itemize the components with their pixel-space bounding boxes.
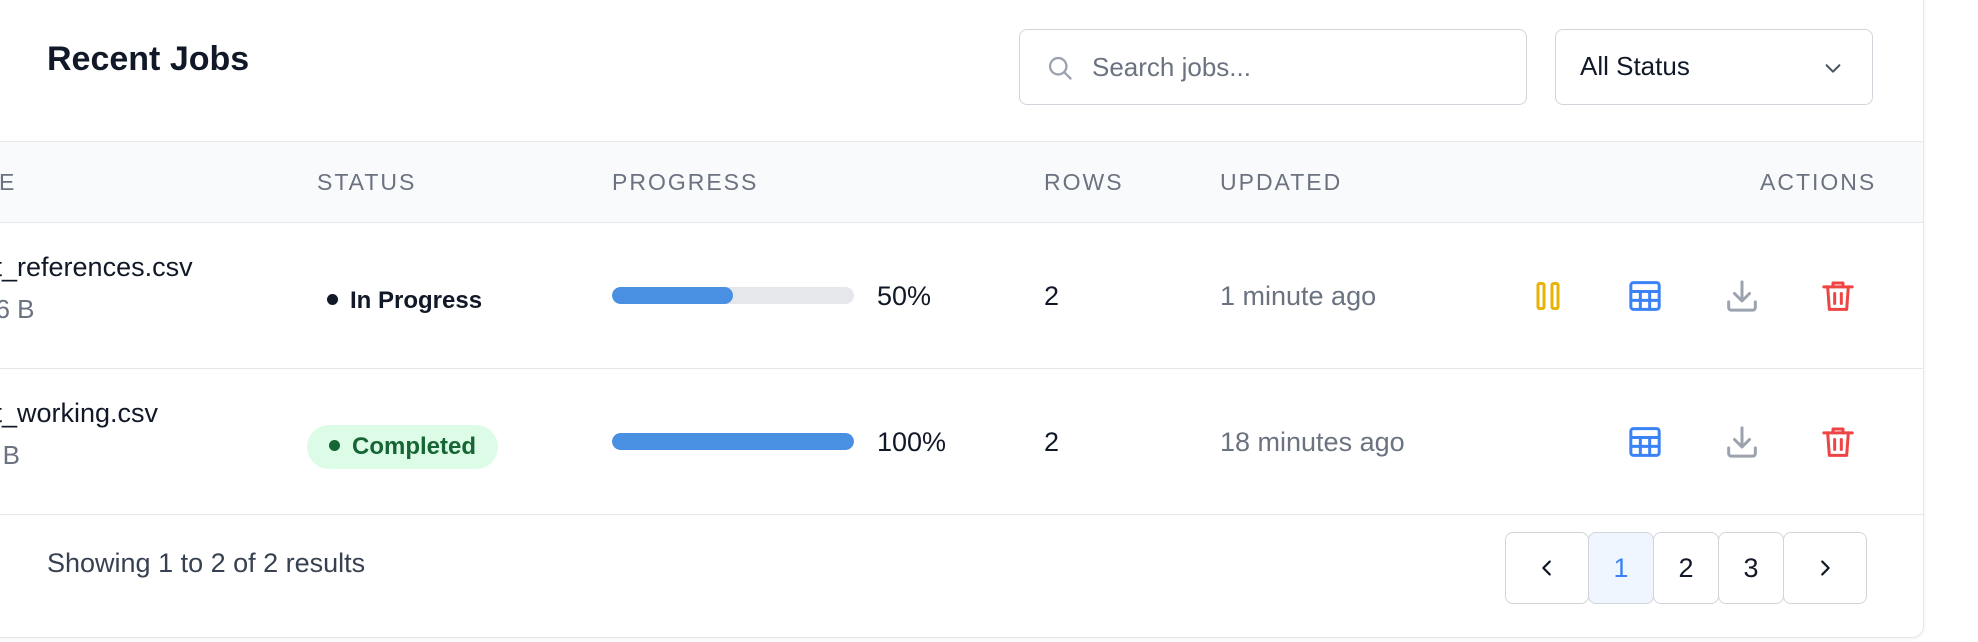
- table-row: st_working.csv 9 B Completed 100% 2 18 m…: [0, 369, 1923, 515]
- status-label: In Progress: [350, 287, 483, 314]
- column-header-updated: UPDATED: [1220, 169, 1343, 195]
- status-dot: [329, 440, 340, 452]
- status-filter-select[interactable]: All Status: [1555, 29, 1873, 105]
- download-icon: [1727, 280, 1757, 312]
- trash-icon: [1822, 427, 1854, 457]
- row-count: 2: [1044, 427, 1060, 457]
- file-size: 26 B: [0, 294, 35, 324]
- page-button-1[interactable]: 1: [1588, 532, 1654, 604]
- pause-button[interactable]: [1528, 276, 1568, 316]
- status-dot: [327, 294, 338, 306]
- table-icon: [1629, 427, 1661, 457]
- recent-jobs-card: Recent Jobs All Status E STATUS PROGRESS…: [0, 0, 1924, 638]
- results-summary: Showing 1 to 2 of 2 results: [47, 548, 366, 578]
- search-icon: [1048, 56, 1072, 80]
- delete-button[interactable]: [1818, 422, 1858, 462]
- view-table-button[interactable]: [1625, 276, 1665, 316]
- progress-bar: [612, 287, 854, 304]
- status-filter-value: All Status: [1580, 51, 1690, 81]
- table-footer: Showing 1 to 2 of 2 results 1 2 3: [0, 506, 1923, 637]
- next-page-button[interactable]: [1783, 532, 1867, 604]
- file-size: 9 B: [0, 440, 21, 470]
- chevron-left-icon: [1542, 560, 1551, 576]
- delete-button[interactable]: [1818, 276, 1858, 316]
- progress-bar-fill: [612, 287, 733, 304]
- file-name[interactable]: st_references.csv: [0, 252, 193, 283]
- card-header: Recent Jobs All Status: [0, 0, 1923, 141]
- status-label: Completed: [352, 433, 477, 460]
- progress-percent: 50%: [877, 281, 932, 311]
- column-header-progress: PROGRESS: [612, 169, 759, 195]
- progress-bar: [612, 433, 854, 450]
- status-badge: Completed: [307, 425, 499, 469]
- page-button-3[interactable]: 3: [1718, 532, 1784, 604]
- view-table-button[interactable]: [1625, 422, 1665, 462]
- page-title: Recent Jobs: [47, 40, 250, 78]
- column-header-status: STATUS: [317, 169, 417, 195]
- prev-page-button[interactable]: [1505, 532, 1589, 604]
- trash-icon: [1822, 281, 1854, 311]
- row-count: 2: [1044, 281, 1060, 311]
- table-header: E STATUS PROGRESS ROWS UPDATED ACTIONS: [0, 141, 1923, 223]
- pause-icon: [1536, 282, 1560, 310]
- page-button-2[interactable]: 2: [1653, 532, 1719, 604]
- search-input[interactable]: [1090, 30, 1514, 104]
- progress-bar-fill: [612, 433, 854, 450]
- table-icon: [1629, 281, 1661, 311]
- progress-percent: 100%: [877, 427, 947, 457]
- search-box[interactable]: [1019, 29, 1527, 105]
- chevron-down-icon: [1825, 64, 1841, 73]
- status-badge: In Progress: [305, 279, 504, 323]
- file-name[interactable]: st_working.csv: [0, 398, 158, 429]
- download-button[interactable]: [1722, 276, 1762, 316]
- table-row: st_references.csv 26 B In Progress 50% 2…: [0, 223, 1923, 369]
- column-header-actions: ACTIONS: [1760, 169, 1877, 195]
- column-header-rows: ROWS: [1044, 169, 1124, 195]
- chevron-right-icon: [1821, 560, 1830, 576]
- download-icon: [1727, 426, 1757, 458]
- download-button[interactable]: [1722, 422, 1762, 462]
- column-header-name: E: [0, 169, 17, 195]
- updated-time: 18 minutes ago: [1220, 427, 1405, 457]
- updated-time: 1 minute ago: [1220, 281, 1377, 311]
